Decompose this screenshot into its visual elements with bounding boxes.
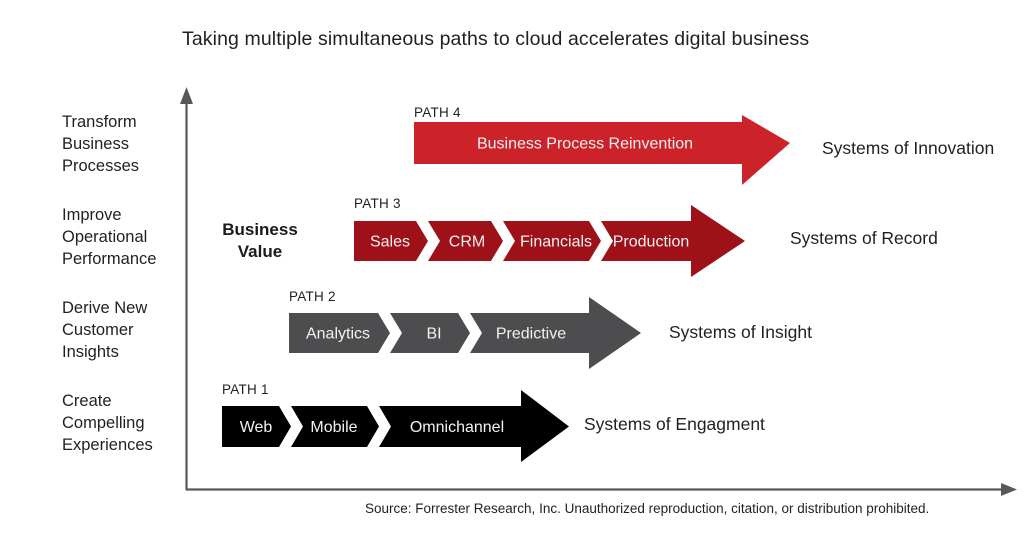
segment-label: Mobile [310,419,357,436]
stage-label-line-1: Improve [62,206,122,224]
segment-label: Omnichannel [410,419,504,436]
stage-label-derive-new-customer-insights: Derive New Customer Insights [62,297,188,363]
stage-label-improve-operational-performance: Improve Operational Performance [62,204,188,270]
stage-label-line-3: Processes [62,157,140,176]
stage-label-line-3: Performance [62,250,157,269]
system-label-engagement: Systems of Engagment [584,414,765,434]
path-4-arrow-shape[interactable]: Business Process Reinvention [414,105,794,195]
path-2-tag: PATH 2 [289,289,336,304]
segment-label: Business Process Reinvention [477,136,693,153]
path-4-arrow-group[interactable]: PATH 4 Business Process Reinvention [414,105,794,195]
path-3-arrow-group[interactable]: PATH 3 Sales CRM Financials Production [354,196,754,286]
arrow-body [222,390,569,462]
system-label-innovation: Systems of Innovation [822,138,995,158]
segment-label: Financials [520,234,592,251]
y-axis-arrowhead [180,87,193,104]
path-1-tag: PATH 1 [222,382,269,397]
path-2-arrow-shape[interactable]: Analytics BI Predictive [289,289,659,379]
x-axis-arrowhead [1001,483,1017,496]
path-3-tag: PATH 3 [354,196,401,211]
stage-label-line-2: Compelling [62,414,145,433]
path-2-arrow-group[interactable]: PATH 2 Analytics BI Predictive [289,289,659,379]
segment-label: Web [240,419,273,436]
stage-label-line-2: Business [62,135,129,154]
segment-label: CRM [449,234,485,251]
system-label-insight: Systems of Insight [669,322,812,342]
path-1-arrow-shape[interactable]: Web Mobile Omnichannel [222,382,572,472]
page-title: Taking multiple simultaneous paths to cl… [182,28,810,50]
stage-label-line-1: Transform [62,113,137,131]
stage-label-line-2: Operational [62,228,148,247]
source-note: Source: Forrester Research, Inc. Unautho… [365,501,930,516]
stage-label-create-compelling-experiences: Create Compelling Experiences [62,390,188,456]
stage-label-line-1: Derive New [62,299,148,317]
diagram-canvas: Taking multiple simultaneous paths to cl… [0,0,1024,539]
path-1-arrow-group[interactable]: PATH 1 Web Mobile Omnichannel [222,382,572,472]
system-label-record: Systems of Record [790,228,938,248]
stage-label-line-2: Customer [62,321,134,340]
stage-label-line-1: Create [62,392,112,410]
segment-label: Analytics [306,326,370,343]
stage-label-line-3: Experiences [62,436,153,455]
path-3-arrow-shape[interactable]: Sales CRM Financials Production [354,196,754,286]
segment-label: Sales [370,234,410,251]
business-value-line-2: Value [237,242,283,262]
stage-label-transform-business-processes: Transform Business Processes [62,111,188,177]
segment-label: Predictive [496,326,566,343]
segment-label: BI [426,326,441,343]
business-value-line-1: Business [222,220,298,239]
segment-label: Production [613,234,690,251]
path-4-tag: PATH 4 [414,105,461,120]
stage-label-line-3: Insights [62,343,119,362]
business-value-caption: Business Value [196,219,324,264]
